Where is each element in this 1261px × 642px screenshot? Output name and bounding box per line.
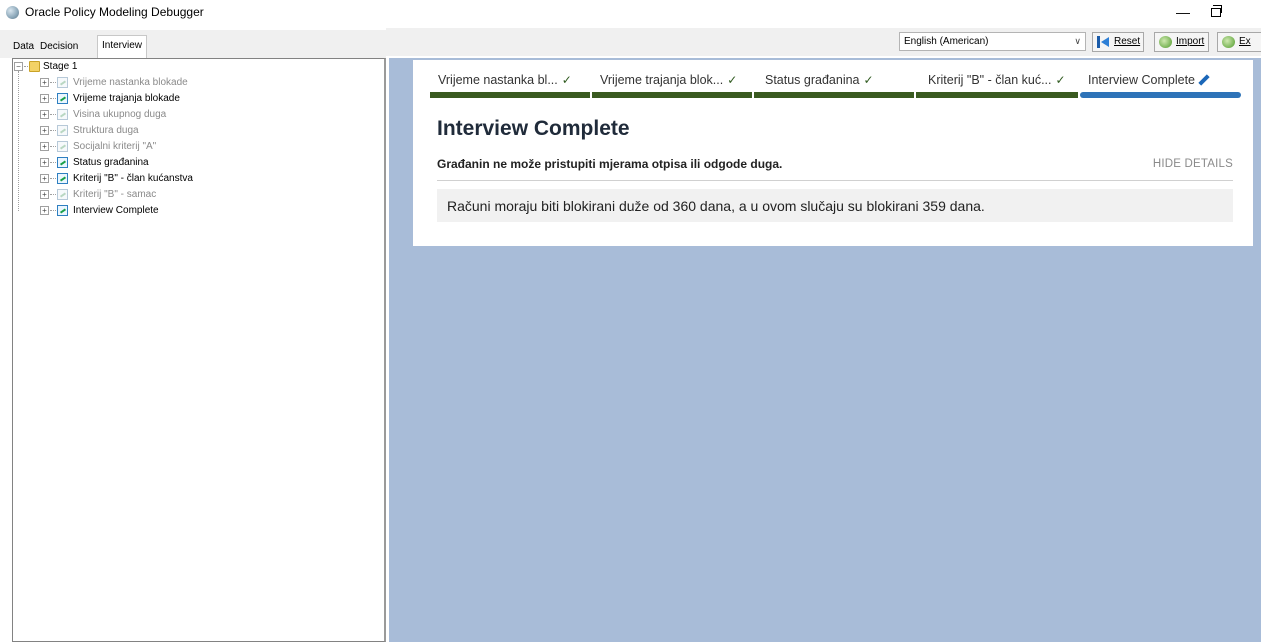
screen-icon xyxy=(57,157,68,168)
tree-connector xyxy=(50,146,56,147)
stage-tab[interactable]: Vrijeme nastanka bl... ✓ xyxy=(430,70,590,98)
hide-details-link[interactable]: HIDE DETAILS xyxy=(1153,158,1233,170)
expand-icon[interactable]: + xyxy=(40,190,49,199)
stage-label: Kriterij "B" - član kuć... ✓ xyxy=(928,73,1066,87)
expand-icon[interactable]: + xyxy=(40,126,49,135)
tree-connector xyxy=(50,114,56,115)
stage-bar xyxy=(754,92,914,98)
import-icon xyxy=(1159,36,1172,48)
tree-connector xyxy=(50,130,56,131)
stage-bar xyxy=(592,92,752,98)
import-label: Import xyxy=(1176,36,1205,47)
screen-icon xyxy=(57,173,68,184)
chevron-down-icon: ∨ xyxy=(1074,36,1081,46)
stage-tab[interactable]: Vrijeme trajanja blok... ✓ xyxy=(592,70,752,98)
tree-node-label: Status građanina xyxy=(73,157,149,168)
stage-label: Vrijeme nastanka bl... ✓ xyxy=(438,73,572,87)
tree-node-label: Vrijeme trajanja blokade xyxy=(73,93,180,104)
collapse-icon[interactable]: − xyxy=(14,62,23,71)
decision-summary: Građanin ne može pristupiti mjerama otpi… xyxy=(437,157,1233,181)
stage-bar xyxy=(916,92,1078,98)
tree-connector xyxy=(50,162,56,163)
expand-icon[interactable]: + xyxy=(40,78,49,87)
expand-icon[interactable]: + xyxy=(40,110,49,119)
expand-icon[interactable]: + xyxy=(40,174,49,183)
tree-node-label: Interview Complete xyxy=(73,205,159,216)
tree-connector xyxy=(50,82,56,83)
expand-icon[interactable]: + xyxy=(40,206,49,215)
tab-strip: Data Decision Interview xyxy=(0,30,386,58)
screen-icon xyxy=(57,93,68,104)
reset-label: Reset xyxy=(1114,36,1141,47)
stage-tab-current[interactable]: Interview Complete xyxy=(1080,70,1241,98)
interview-tree: − Stage 1 + Vrijeme nastanka blokade + V… xyxy=(12,58,386,642)
tree-line xyxy=(18,71,19,211)
expand-icon[interactable]: + xyxy=(40,158,49,167)
app-globe-icon xyxy=(6,6,19,19)
check-icon: ✓ xyxy=(561,73,572,87)
stage-label: Vrijeme trajanja blok... ✓ xyxy=(600,73,738,87)
tab-data[interactable]: Data xyxy=(9,38,38,57)
stage-bar xyxy=(1080,92,1241,98)
screen-icon xyxy=(57,205,68,216)
title-bar: Oracle Policy Modeling Debugger — xyxy=(0,0,1261,28)
tree-node-label: Struktura duga xyxy=(73,125,139,136)
check-icon: ✓ xyxy=(1055,73,1066,87)
expand-icon[interactable]: + xyxy=(40,142,49,151)
minimize-icon[interactable]: — xyxy=(1176,4,1190,20)
tree-connector xyxy=(50,194,56,195)
export-label: Ex xyxy=(1239,36,1251,47)
decision-text: Građanin ne može pristupiti mjerama otpi… xyxy=(437,157,783,171)
language-select[interactable]: English (American) ∨ xyxy=(899,32,1086,51)
pencil-icon xyxy=(1198,74,1210,86)
import-button[interactable]: Import xyxy=(1154,32,1209,52)
tab-decision[interactable]: Decision xyxy=(36,38,82,57)
folder-icon xyxy=(29,61,40,72)
stage-bar xyxy=(430,92,590,98)
export-icon xyxy=(1222,36,1235,48)
stage-label: Status građanina ✓ xyxy=(765,73,874,87)
screen-icon xyxy=(57,189,68,200)
check-icon: ✓ xyxy=(727,73,738,87)
stage-label: Interview Complete xyxy=(1088,73,1210,87)
page-title: Interview Complete xyxy=(437,117,630,140)
tree-connector xyxy=(50,210,56,211)
detail-text: Računi moraju biti blokirani duže od 360… xyxy=(447,198,985,214)
tree-node-label: Stage 1 xyxy=(43,61,78,72)
expand-icon[interactable]: + xyxy=(40,94,49,103)
tree-node-label: Vrijeme nastanka blokade xyxy=(73,77,188,88)
screen-icon xyxy=(57,77,68,88)
tree-node-label: Kriterij "B" - samac xyxy=(73,189,157,200)
screen-icon xyxy=(57,109,68,120)
tree-node-label: Kriterij "B" - član kućanstva xyxy=(73,173,193,184)
restore-icon[interactable] xyxy=(1211,5,1222,17)
export-button[interactable]: Ex xyxy=(1217,32,1261,52)
language-value: English (American) xyxy=(904,36,989,47)
window-title: Oracle Policy Modeling Debugger xyxy=(25,5,204,19)
tree-connector xyxy=(50,178,56,179)
tree-node-label: Visina ukupnog duga xyxy=(73,109,167,120)
check-icon: ✓ xyxy=(863,73,874,87)
stage-tab[interactable]: Status građanina ✓ xyxy=(754,70,914,98)
stage-progress: Vrijeme nastanka bl... ✓ Vrijeme trajanja… xyxy=(430,70,1241,98)
reset-button[interactable]: Reset xyxy=(1092,32,1144,52)
tab-interview[interactable]: Interview xyxy=(97,35,148,58)
tree-node-label: Socijalni kriterij "A" xyxy=(73,141,157,152)
screen-icon xyxy=(57,125,68,136)
stage-tab[interactable]: Kriterij "B" - član kuć... ✓ xyxy=(916,70,1078,98)
reset-icon xyxy=(1097,36,1110,48)
tree-connector xyxy=(50,98,56,99)
detail-box: Računi moraju biti blokirani duže od 360… xyxy=(437,189,1233,222)
screen-icon xyxy=(57,141,68,152)
